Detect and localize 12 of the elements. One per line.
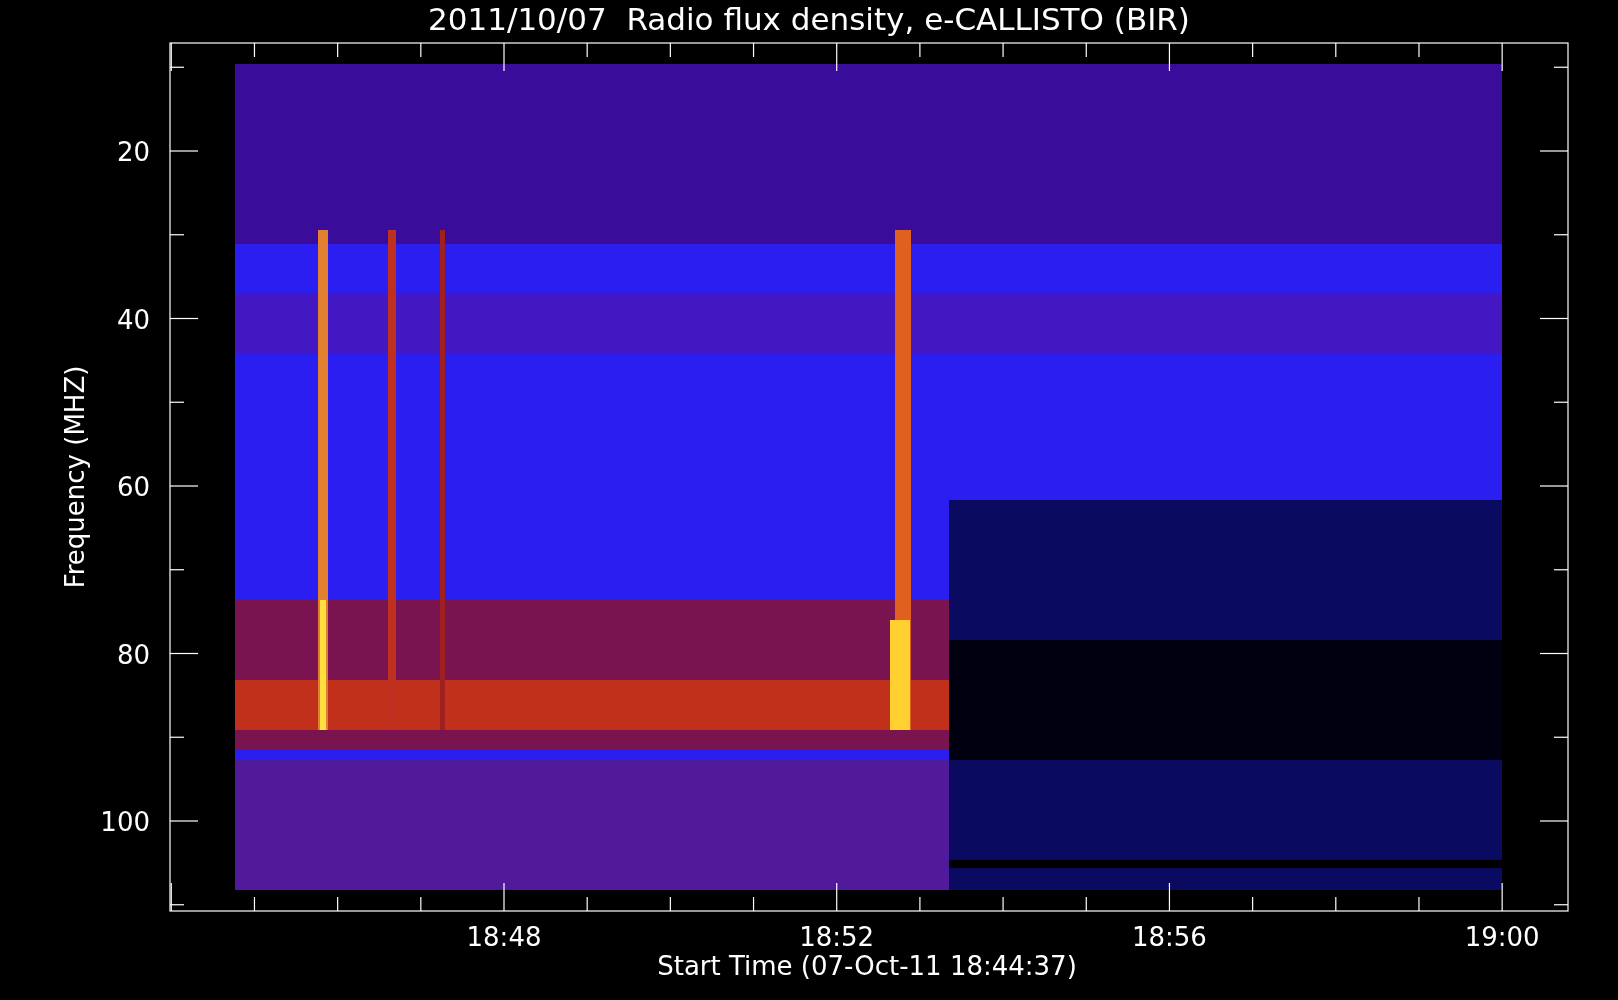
chart-title: 2011/10/07 Radio flux density, e-CALLISTO (BIR) — [428, 1, 1190, 37]
y-tick-label: 40 — [116, 304, 150, 335]
x-tick-label: 18:48 — [466, 922, 542, 952]
y-tick-label: 100 — [100, 807, 150, 837]
y-axis-title: Frequency (MHZ) — [60, 365, 90, 589]
x-tick-label: 18:56 — [1131, 922, 1207, 952]
x-axis-title: Start Time (07-Oct-11 18:44:37) — [657, 951, 1077, 981]
x-tick-label: 19:00 — [1464, 922, 1540, 952]
x-tick-label: 18:52 — [799, 922, 875, 952]
y-tick-label: 60 — [116, 472, 150, 502]
y-tick-label: 20 — [116, 137, 150, 167]
y-tick-label: 80 — [116, 639, 150, 670]
